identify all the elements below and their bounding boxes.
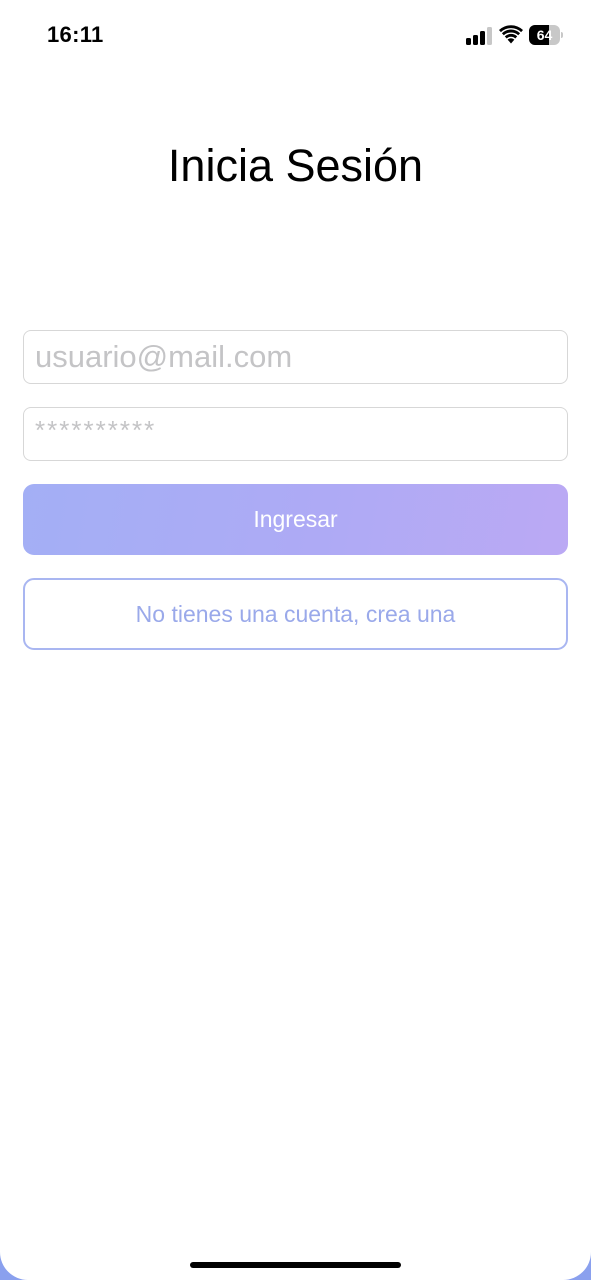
password-field[interactable] <box>23 407 568 461</box>
page-title: Inicia Sesión <box>167 140 424 191</box>
wifi-icon <box>499 25 523 44</box>
login-button[interactable]: Ingresar <box>23 484 568 555</box>
battery-icon: 64 <box>529 25 564 45</box>
home-indicator <box>190 1262 401 1268</box>
create-account-button[interactable]: No tienes una cuenta, crea una <box>23 578 568 650</box>
status-time: 16:11 <box>47 22 104 47</box>
login-screen: 16:11 64 Inicia Sesión Ingresar No tiene… <box>0 0 591 1280</box>
cellular-signal-icon <box>466 27 492 45</box>
battery-level: 64 <box>536 27 553 43</box>
email-field[interactable] <box>23 330 568 384</box>
